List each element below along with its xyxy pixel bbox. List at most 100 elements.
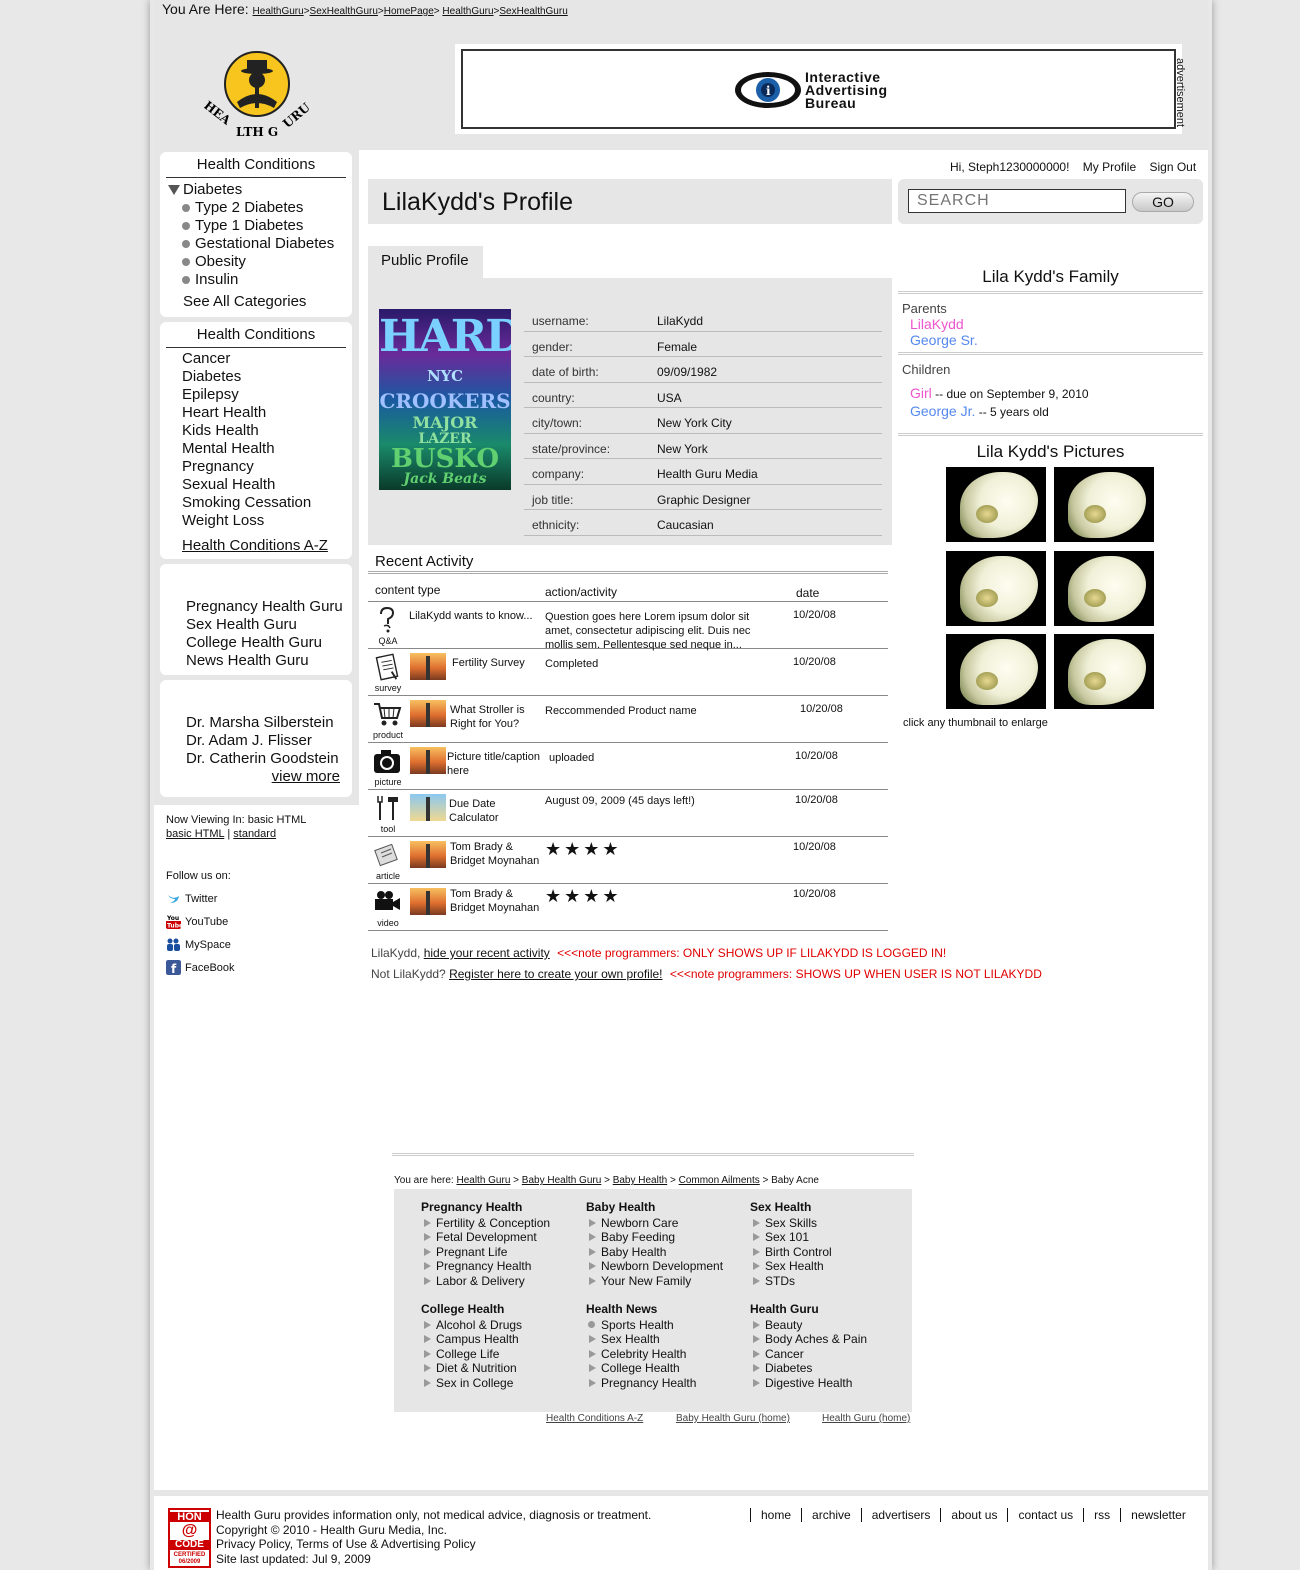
activity-thumbnail[interactable]: [410, 700, 446, 727]
footer-nav-contact[interactable]: contact us: [1007, 1508, 1083, 1522]
activity-row[interactable]: video Tom Brady & Bridget Moynahan ★★★★ …: [368, 884, 888, 931]
condition-link[interactable]: Diabetes: [160, 368, 352, 386]
sitemap-link[interactable]: Sex Health: [586, 1332, 696, 1347]
baby-health-guru-home-link[interactable]: Baby Health Guru (home): [676, 1413, 790, 1424]
activity-thumbnail[interactable]: [410, 794, 446, 821]
breadcrumb-link[interactable]: HomePage: [384, 6, 434, 17]
child-link[interactable]: George Jr.: [910, 403, 975, 419]
activity-row[interactable]: survey Fertility Survey Completed 10/20/…: [368, 649, 888, 696]
hide-recent-activity-link[interactable]: hide your recent activity: [424, 946, 550, 960]
footer-nav-advertisers[interactable]: advertisers: [860, 1508, 941, 1522]
tab-public-profile[interactable]: Public Profile: [368, 246, 483, 278]
photo-thumbnail[interactable]: [946, 551, 1046, 626]
sitemap-link[interactable]: Newborn Care: [586, 1216, 723, 1231]
footer-nav-home[interactable]: home: [750, 1508, 801, 1522]
youtube-link[interactable]: YouTube YouTube: [166, 910, 235, 933]
search-input[interactable]: [908, 189, 1126, 213]
breadcrumb-link[interactable]: SexHealthGuru: [310, 6, 378, 17]
sitemap-link[interactable]: Pregnancy Health: [586, 1376, 696, 1391]
guru-site-link[interactable]: Pregnancy Health Guru: [186, 598, 352, 616]
sitemap-heading[interactable]: Pregnancy Health: [421, 1200, 550, 1215]
sitemap-link[interactable]: College Life: [421, 1347, 522, 1362]
activity-title[interactable]: LilaKydd wants to know...: [409, 609, 533, 623]
condition-link[interactable]: Cancer: [160, 350, 352, 368]
submenu-item[interactable]: Type 1 Diabetes: [160, 217, 352, 235]
submenu-item[interactable]: Obesity: [160, 253, 352, 271]
sitemap-link[interactable]: Sports Health: [586, 1318, 696, 1333]
sitemap-link[interactable]: Sex Health: [750, 1259, 832, 1274]
my-profile-link[interactable]: My Profile: [1083, 160, 1136, 174]
parent-link[interactable]: George Sr.: [898, 332, 1203, 355]
sitemap-link[interactable]: Newborn Development: [586, 1259, 723, 1274]
breadcrumb-link[interactable]: SexHealthGuru: [499, 6, 567, 17]
breadcrumb-link[interactable]: Common Ailments: [679, 1175, 760, 1186]
breadcrumb-link[interactable]: Baby Health: [613, 1175, 667, 1186]
health-conditions-az-link[interactable]: Health Conditions A-Z: [182, 537, 328, 554]
activity-title[interactable]: What Stroller is Right for You?: [450, 703, 545, 731]
sitemap-link[interactable]: Beauty: [750, 1318, 867, 1333]
sitemap-link[interactable]: Baby Feeding: [586, 1230, 723, 1245]
sitemap-link[interactable]: Cancer: [750, 1347, 867, 1362]
doctor-link[interactable]: Dr. Catherin Goodstein: [186, 750, 352, 768]
parent-link[interactable]: LilaKydd: [898, 316, 1203, 332]
health-guru-logo[interactable]: HEA LTH G URU: [204, 50, 309, 140]
standard-link[interactable]: standard: [233, 828, 276, 840]
breadcrumb-link[interactable]: HealthGuru: [442, 6, 493, 17]
sitemap-heading[interactable]: Sex Health: [750, 1200, 832, 1215]
footer-nav-about[interactable]: about us: [940, 1508, 1007, 1522]
condition-link[interactable]: Weight Loss: [160, 512, 352, 530]
doctor-link[interactable]: Dr. Adam J. Flisser: [186, 732, 352, 750]
activity-title[interactable]: Tom Brady & Bridget Moynahan: [450, 887, 545, 915]
condition-link[interactable]: Pregnancy: [160, 458, 352, 476]
breadcrumb-link[interactable]: Health Guru: [456, 1175, 510, 1186]
myspace-link[interactable]: MySpace: [166, 933, 235, 956]
footer-nav-rss[interactable]: rss: [1083, 1508, 1120, 1522]
submenu-item[interactable]: Gestational Diabetes: [160, 235, 352, 253]
photo-thumbnail[interactable]: [1054, 467, 1154, 542]
facebook-link[interactable]: f FaceBook: [166, 956, 235, 979]
submenu-item[interactable]: Insulin: [160, 271, 352, 289]
sitemap-link[interactable]: Pregnant Life: [421, 1245, 550, 1260]
sitemap-link[interactable]: Campus Health: [421, 1332, 522, 1347]
health-guru-home-link[interactable]: Health Guru (home): [822, 1413, 910, 1424]
sitemap-link[interactable]: Your New Family: [586, 1274, 723, 1289]
advertisement-banner[interactable]: i Interactive Advertising Bureau: [455, 44, 1182, 134]
see-all-categories-link[interactable]: See All Categories: [160, 289, 352, 310]
policy-link[interactable]: Privacy Policy, Terms of Use & Advertisi…: [216, 1537, 651, 1552]
sitemap-link[interactable]: Birth Control: [750, 1245, 832, 1260]
sitemap-link[interactable]: Sex 101: [750, 1230, 832, 1245]
sitemap-link[interactable]: Labor & Delivery: [421, 1274, 550, 1289]
health-conditions-az-footer-link[interactable]: Health Conditions A-Z: [546, 1413, 643, 1424]
activity-row[interactable]: tool Due Date Calculator August 09, 2009…: [368, 790, 888, 837]
photo-thumbnail[interactable]: [1054, 634, 1154, 709]
doctor-link[interactable]: Dr. Marsha Silberstein: [186, 714, 352, 732]
activity-thumbnail[interactable]: [410, 841, 446, 868]
photo-thumbnail[interactable]: [946, 467, 1046, 542]
condition-link[interactable]: Epilepsy: [160, 386, 352, 404]
activity-title[interactable]: Tom Brady & Bridget Moynahan: [450, 840, 545, 868]
condition-link[interactable]: Sexual Health: [160, 476, 352, 494]
sitemap-heading[interactable]: Baby Health: [586, 1200, 723, 1215]
activity-row[interactable]: article Tom Brady & Bridget Moynahan ★★★…: [368, 837, 888, 884]
submenu-item[interactable]: Type 2 Diabetes: [160, 199, 352, 217]
sitemap-heading[interactable]: College Health: [421, 1302, 522, 1317]
sitemap-link[interactable]: Alcohol & Drugs: [421, 1318, 522, 1333]
hon-code-badge[interactable]: HON @ CODE CERTIFIED 06/2009: [168, 1508, 211, 1568]
sitemap-link[interactable]: Diet & Nutrition: [421, 1361, 522, 1376]
sitemap-link[interactable]: Pregnancy Health: [421, 1259, 550, 1274]
sitemap-link[interactable]: Baby Health: [586, 1245, 723, 1260]
register-profile-link[interactable]: Register here to create your own profile…: [449, 967, 662, 981]
photo-thumbnail[interactable]: [1054, 551, 1154, 626]
activity-row[interactable]: Q&A LilaKydd wants to know... Question g…: [368, 602, 888, 651]
photo-thumbnail[interactable]: [946, 634, 1046, 709]
sitemap-link[interactable]: Celebrity Health: [586, 1347, 696, 1362]
guru-site-link[interactable]: News Health Guru: [186, 652, 352, 670]
sitemap-heading[interactable]: Health Guru: [750, 1302, 867, 1317]
twitter-link[interactable]: Twitter: [166, 887, 235, 910]
breadcrumb-link[interactable]: Baby Health Guru: [522, 1175, 602, 1186]
sitemap-heading[interactable]: Health News: [586, 1302, 696, 1317]
sitemap-link[interactable]: Body Aches & Pain: [750, 1332, 867, 1347]
basic-html-link[interactable]: basic HTML: [166, 828, 224, 840]
footer-nav-archive[interactable]: archive: [801, 1508, 861, 1522]
sitemap-link[interactable]: Fetal Development: [421, 1230, 550, 1245]
